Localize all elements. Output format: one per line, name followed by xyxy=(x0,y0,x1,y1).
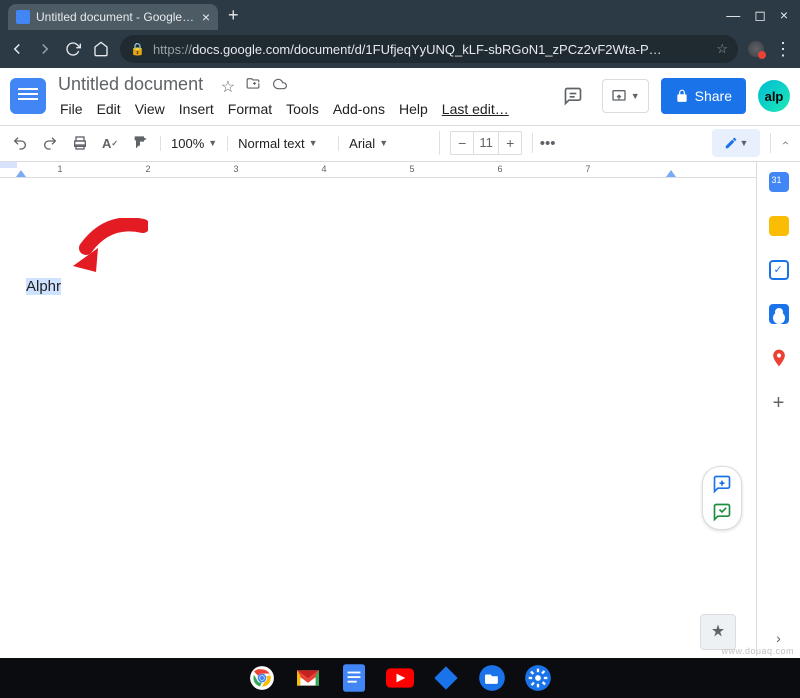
maps-app-icon[interactable] xyxy=(769,348,789,368)
bookmark-star-icon[interactable]: ☆ xyxy=(716,41,728,57)
last-edit-link[interactable]: Last edit… xyxy=(436,99,515,119)
paint-format-button[interactable] xyxy=(130,133,150,153)
redo-button[interactable] xyxy=(40,133,60,153)
lock-icon: 🔒 xyxy=(130,42,145,56)
browser-titlebar: Untitled document - Google Docs × + — ◻ … xyxy=(0,0,800,30)
document-title[interactable]: Untitled document xyxy=(54,72,207,96)
docs-header: Untitled document ☆ File Edit View Inser… xyxy=(0,68,800,126)
editing-mode-button[interactable]: ▼ xyxy=(712,129,760,157)
calendar-app-icon[interactable] xyxy=(769,172,789,192)
hide-menus-button[interactable] xyxy=(770,133,790,153)
menu-file[interactable]: File xyxy=(54,99,89,119)
unknown-blue-app-icon[interactable] xyxy=(432,664,460,692)
annotation-arrow-icon xyxy=(68,218,148,278)
present-button[interactable]: ▼ xyxy=(602,79,649,113)
tab-title: Untitled document - Google Docs xyxy=(36,10,196,24)
os-taskbar xyxy=(0,658,800,698)
font-size-control: − 11 + xyxy=(450,131,522,155)
chevron-down-icon: ▼ xyxy=(631,91,640,101)
collapse-side-panel-icon[interactable]: › xyxy=(776,630,781,646)
chevron-down-icon: ▼ xyxy=(379,138,388,148)
add-on-plus-icon[interactable]: + xyxy=(773,392,785,415)
new-tab-button[interactable]: + xyxy=(228,5,239,26)
maximize-window-icon[interactable]: ◻ xyxy=(754,7,766,24)
files-app-icon[interactable] xyxy=(478,664,506,692)
zoom-dropdown[interactable]: 100%▼ xyxy=(171,136,217,151)
cloud-status-icon[interactable] xyxy=(271,77,289,97)
home-button[interactable] xyxy=(92,40,110,58)
docs-logo[interactable] xyxy=(10,78,46,114)
chevron-down-icon: ▼ xyxy=(309,138,318,148)
chevron-down-icon: ▼ xyxy=(208,138,217,148)
font-size-increase[interactable]: + xyxy=(499,132,521,154)
menu-addons[interactable]: Add-ons xyxy=(327,99,391,119)
right-indent-marker[interactable] xyxy=(666,170,676,177)
font-size-value[interactable]: 11 xyxy=(473,132,499,154)
horizontal-ruler[interactable]: 1 2 3 4 5 6 7 xyxy=(0,162,756,178)
watermark-text: www.douaq.com xyxy=(721,646,794,656)
selected-text[interactable]: Alphr xyxy=(26,278,61,295)
extension-icon[interactable] xyxy=(748,41,764,57)
reload-button[interactable] xyxy=(64,40,82,58)
share-label: Share xyxy=(695,88,732,104)
share-button[interactable]: Share xyxy=(661,78,746,114)
star-icon[interactable]: ☆ xyxy=(221,77,235,97)
print-button[interactable] xyxy=(70,133,90,153)
menu-insert[interactable]: Insert xyxy=(173,99,220,119)
more-toolbar-icon[interactable]: ••• xyxy=(532,133,552,153)
gmail-app-icon[interactable] xyxy=(294,664,322,692)
minimize-window-icon[interactable]: — xyxy=(726,7,740,24)
youtube-app-icon[interactable] xyxy=(386,664,414,692)
url-text: https://docs.google.com/document/d/1FUfj… xyxy=(153,42,708,57)
menu-format[interactable]: Format xyxy=(222,99,278,119)
contacts-app-icon[interactable] xyxy=(769,304,789,324)
floating-comment-toolbar xyxy=(702,466,742,530)
undo-button[interactable] xyxy=(10,133,30,153)
docs-app-icon[interactable] xyxy=(340,664,368,692)
add-comment-icon[interactable] xyxy=(711,473,733,495)
browser-address-bar: 🔒 https://docs.google.com/document/d/1FU… xyxy=(0,30,800,68)
paragraph-style-dropdown[interactable]: Normal text▼ xyxy=(238,136,328,151)
open-comments-button[interactable] xyxy=(556,79,590,113)
move-folder-icon[interactable] xyxy=(245,77,261,97)
keep-app-icon[interactable] xyxy=(769,216,789,236)
suggest-edit-icon[interactable] xyxy=(711,501,733,523)
settings-app-icon[interactable] xyxy=(524,664,552,692)
tasks-app-icon[interactable] xyxy=(769,260,789,280)
close-window-icon[interactable]: × xyxy=(780,7,788,24)
side-panel: + › xyxy=(756,162,800,656)
menu-help[interactable]: Help xyxy=(393,99,434,119)
menu-view[interactable]: View xyxy=(129,99,171,119)
account-avatar[interactable]: alp xyxy=(758,80,790,112)
chevron-down-icon: ▼ xyxy=(740,138,749,148)
omnibox[interactable]: 🔒 https://docs.google.com/document/d/1FU… xyxy=(120,35,738,63)
docs-favicon xyxy=(16,10,30,24)
browser-tab[interactable]: Untitled document - Google Docs × xyxy=(8,4,218,30)
close-tab-icon[interactable]: × xyxy=(202,9,210,25)
menu-tools[interactable]: Tools xyxy=(280,99,325,119)
spellcheck-button[interactable]: A✓ xyxy=(100,133,120,153)
browser-menu-icon[interactable]: ⋮ xyxy=(774,39,792,60)
document-canvas[interactable]: Alphr xyxy=(0,178,756,672)
forward-button xyxy=(36,40,54,58)
font-size-decrease[interactable]: − xyxy=(451,132,473,154)
chrome-app-icon[interactable] xyxy=(248,664,276,692)
toolbar: A✓ 100%▼ Normal text▼ Arial▼ − 11 + ••• … xyxy=(0,126,800,162)
font-family-dropdown[interactable]: Arial▼ xyxy=(349,136,429,151)
back-button[interactable] xyxy=(8,40,26,58)
menubar: File Edit View Insert Format Tools Add-o… xyxy=(54,99,515,119)
explore-button[interactable] xyxy=(700,614,736,650)
menu-edit[interactable]: Edit xyxy=(91,99,127,119)
